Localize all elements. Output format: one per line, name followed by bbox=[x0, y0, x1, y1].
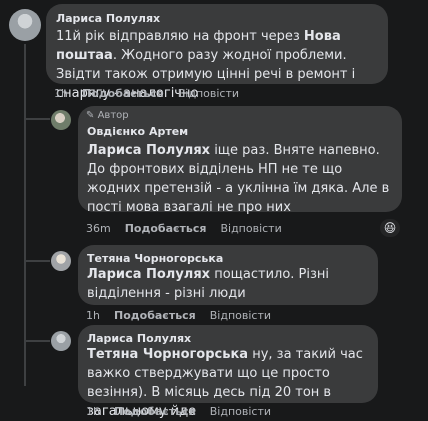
comment-author[interactable]: Лариса Полулях bbox=[56, 12, 160, 25]
avatar[interactable] bbox=[51, 251, 71, 271]
comment-author[interactable]: Лариса Полулях bbox=[87, 332, 191, 345]
reply-button[interactable]: Відповісти bbox=[220, 222, 281, 235]
thread-line bbox=[24, 44, 26, 386]
thread-connector bbox=[26, 118, 50, 120]
reply-button[interactable]: Відповісти bbox=[178, 87, 239, 100]
comment-time[interactable]: 1h bbox=[86, 405, 100, 418]
comment-bubble: ✎ Автор Овдієнко Артем Лариса Полулях іщ… bbox=[78, 106, 402, 215]
comment-time[interactable]: 36m bbox=[86, 222, 111, 235]
author-badge-label: Автор bbox=[97, 110, 129, 121]
pencil-icon: ✎ bbox=[86, 110, 95, 121]
like-button[interactable]: Подобається bbox=[114, 405, 196, 418]
comment-text: Лариса Полулях іще раз. Вняте напевно. Д… bbox=[87, 141, 397, 217]
comment-actions: 1h Подобається Відповісти bbox=[54, 87, 253, 100]
like-button[interactable]: Подобається bbox=[82, 87, 164, 100]
comment-author[interactable]: Тетяна Чорногорська bbox=[87, 252, 223, 265]
comment-actions: 1h Подобається Відповісти bbox=[86, 405, 285, 418]
avatar[interactable] bbox=[51, 110, 71, 130]
reply-button[interactable]: Відповісти bbox=[210, 405, 271, 418]
comment-author[interactable]: Овдієнко Артем bbox=[87, 125, 188, 138]
comment-time[interactable]: 1h bbox=[86, 309, 100, 322]
comment-bubble: Тетяна Чорногорська Лариса Полулях пощас… bbox=[78, 245, 378, 305]
mention-link[interactable]: Тетяна Чорногорська bbox=[87, 347, 248, 362]
comment-time[interactable]: 1h bbox=[54, 87, 68, 100]
comment-actions: 1h Подобається Відповісти bbox=[86, 309, 285, 322]
laughing-emoji-icon[interactable]: 😆 bbox=[380, 219, 400, 237]
comment-text-part: 11й рік відправляю на фронт через bbox=[56, 29, 304, 44]
avatar[interactable] bbox=[9, 9, 41, 41]
reply-button[interactable]: Відповісти bbox=[210, 309, 271, 322]
mention-link[interactable]: Лариса Полулях bbox=[87, 267, 210, 282]
mention-link[interactable]: Лариса Полулях bbox=[87, 143, 210, 158]
like-button[interactable]: Подобається bbox=[114, 309, 196, 322]
thread-connector bbox=[26, 260, 50, 262]
comment-bubble: Лариса Полулях 11й рік відправляю на фро… bbox=[46, 4, 388, 101]
thread-connector bbox=[26, 340, 50, 342]
avatar[interactable] bbox=[51, 331, 71, 351]
author-badge: ✎ Автор bbox=[86, 110, 129, 121]
comment-bubble: Лариса Полулях Тетяна Чорногорська ну, з… bbox=[78, 325, 378, 419]
comment-actions: 36m Подобається Відповісти bbox=[86, 222, 296, 235]
like-button[interactable]: Подобається bbox=[125, 222, 207, 235]
comment-text: Лариса Полулях пощастило. Різні відділен… bbox=[87, 265, 372, 303]
